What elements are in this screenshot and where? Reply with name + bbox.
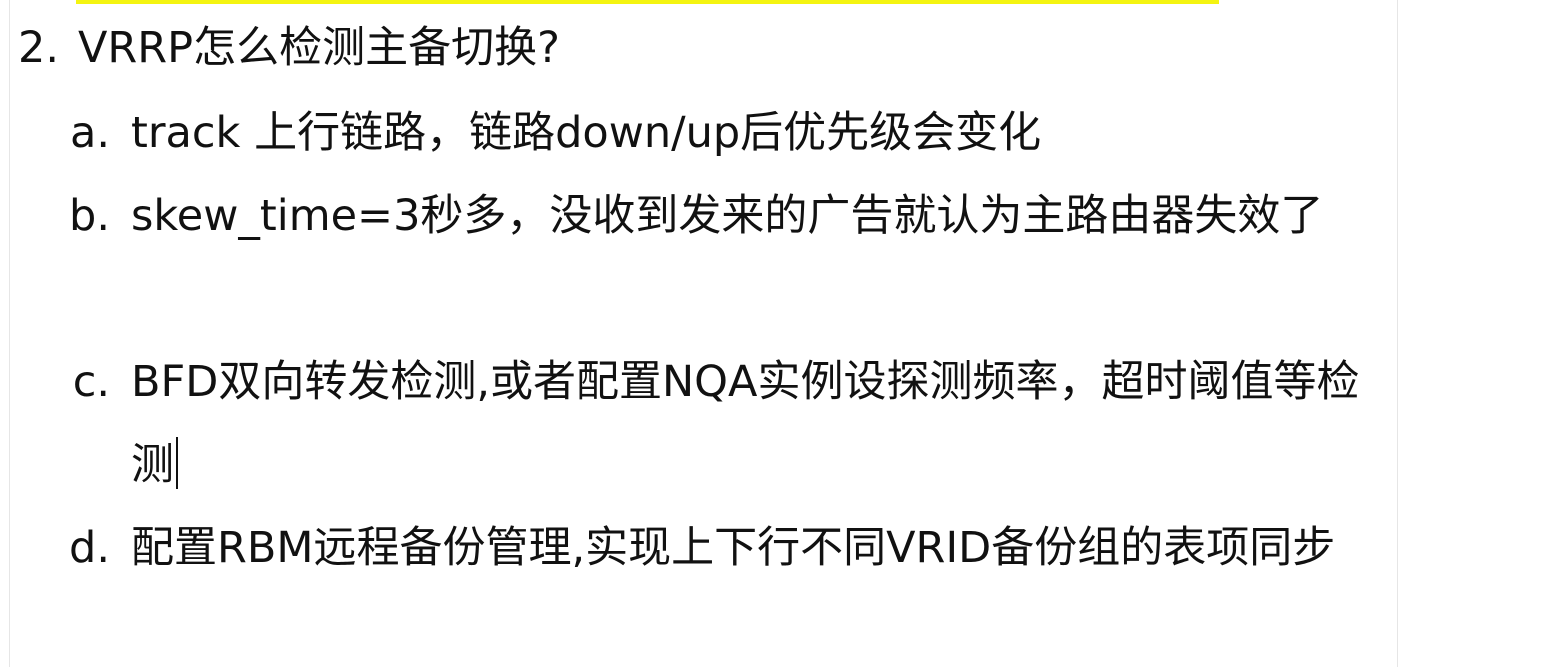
list-marker: a. bbox=[69, 108, 110, 158]
list-item-text: 配置RBM远程备份管理,实现上下行不同VRID备份组的表项同步 bbox=[131, 523, 1336, 573]
list-marker: d. bbox=[69, 523, 110, 573]
list-marker: c. bbox=[72, 357, 110, 407]
text-cursor bbox=[176, 437, 178, 489]
list-marker: b. bbox=[69, 191, 110, 241]
question-text: VRRP怎么检测主备切换? bbox=[78, 23, 560, 73]
question-heading: 2. VRRP怎么检测主备切换? bbox=[18, 18, 560, 78]
list-item-text: skew_time=3秒多，没收到发来的广告就认为主路由器失效了 bbox=[131, 191, 1324, 241]
document-body[interactable]: 2. VRRP怎么检测主备切换? a. track 上行链路，链路down/up后… bbox=[0, 0, 1554, 667]
document-page: 2. VRRP怎么检测主备切换? a. track 上行链路，链路down/up后… bbox=[0, 0, 1554, 667]
list-item-text: BFD双向转发检测,或者配置NQA实例设探测频率，超时阈值等检测 bbox=[131, 357, 1360, 490]
question-number: 2. bbox=[18, 23, 60, 73]
list-item-text-with-caret: BFD双向转发检测,或者配置NQA实例设探测频率，超时阈值等检测 bbox=[131, 341, 1381, 507]
list-item-text: track 上行链路，链路down/up后优先级会变化 bbox=[131, 108, 1042, 158]
